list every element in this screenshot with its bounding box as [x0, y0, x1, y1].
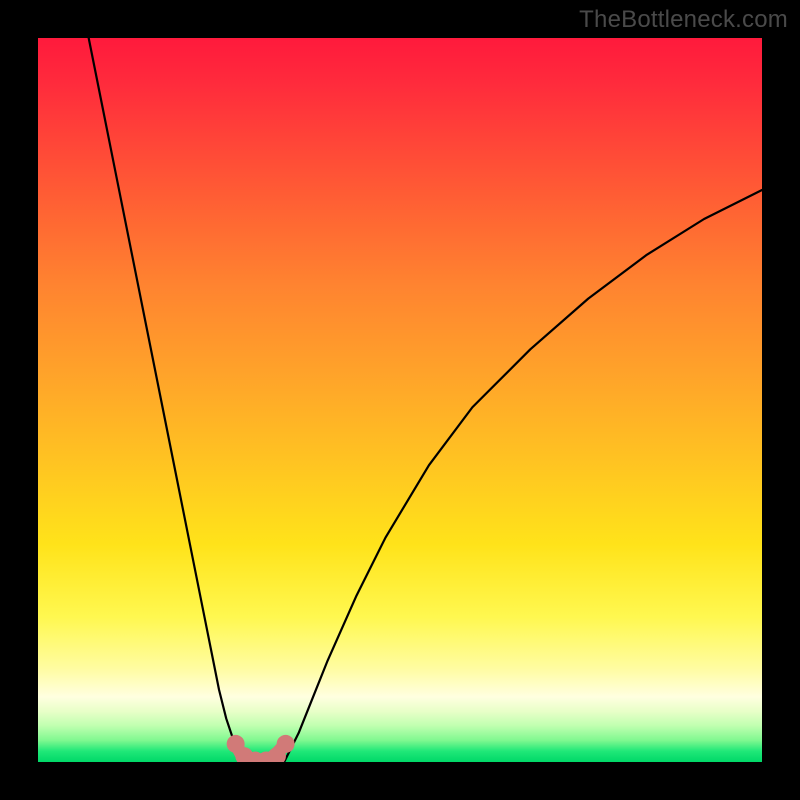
attribution-watermark: TheBottleneck.com: [579, 6, 788, 34]
bottleneck-curve: [89, 38, 762, 762]
chart-frame: TheBottleneck.com: [0, 0, 800, 800]
curve-layer: [38, 38, 762, 762]
trough-marker: [277, 735, 295, 753]
plot-area: [38, 38, 762, 762]
